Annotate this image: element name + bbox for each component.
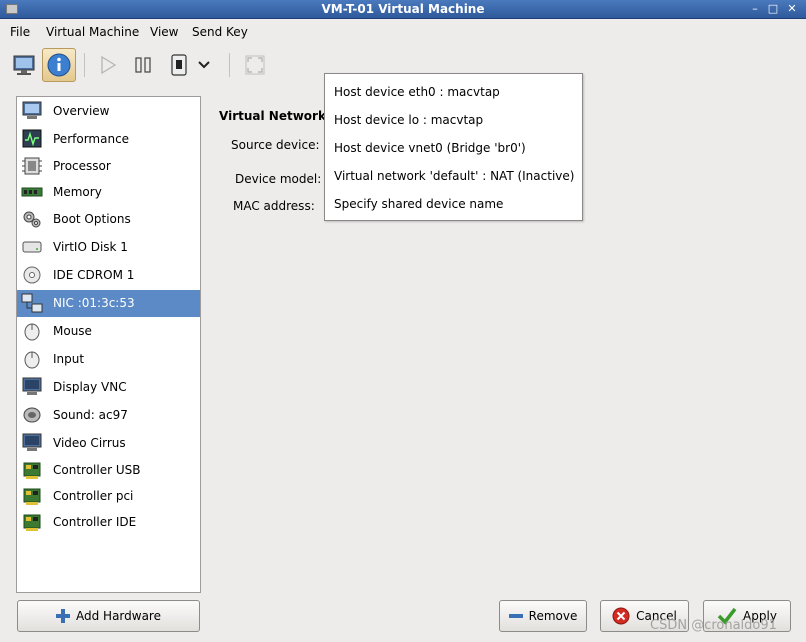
menu-send-key[interactable]: Send Key — [192, 25, 248, 39]
remove-button[interactable]: Remove — [499, 600, 587, 632]
pause-icon — [135, 57, 151, 73]
disk-icon — [22, 241, 42, 253]
sidebar-item-label: Input — [53, 352, 85, 366]
sidebar-item-performance[interactable]: Performance — [17, 126, 200, 153]
sidebar-item-virtio-disk-1[interactable]: VirtIO Disk 1 — [17, 234, 200, 261]
menu-virtual-machine[interactable]: Virtual Machine — [46, 25, 139, 39]
processor-icon — [22, 157, 42, 175]
info-icon — [47, 53, 71, 77]
sidebar-item-label: Controller pci — [53, 489, 134, 503]
source-device-dropdown: Host device eth0 : macvtap Host device l… — [324, 73, 583, 221]
sidebar-item-label: Video Cirrus — [53, 436, 126, 450]
performance-icon — [22, 129, 42, 148]
sidebar-item-boot-options[interactable]: Boot Options — [17, 206, 200, 233]
watermark-text: CSDN @cronaldo91 — [650, 618, 777, 633]
sidebar-item-label: Boot Options — [53, 212, 131, 226]
console-button[interactable] — [7, 48, 41, 82]
controller-icon — [23, 488, 41, 505]
sidebar-item-ide-cdrom-1[interactable]: IDE CDROM 1 — [17, 262, 200, 289]
controller-icon — [23, 462, 41, 479]
sidebar-item-memory[interactable]: Memory — [17, 179, 200, 206]
sidebar-item-label: Performance — [53, 132, 130, 146]
sidebar-item-controller-pci[interactable]: Controller pci — [17, 483, 200, 510]
cancel-icon — [612, 607, 630, 625]
pause-button[interactable] — [126, 48, 160, 82]
close-button[interactable]: ✕ — [785, 2, 799, 16]
dropdown-option[interactable]: Host device eth0 : macvtap — [334, 85, 500, 99]
controller-icon — [23, 514, 41, 531]
mac-address-label: MAC address: — [233, 199, 315, 213]
add-hardware-button[interactable]: Add Hardware — [17, 600, 200, 632]
sidebar-item-label: Controller IDE — [53, 515, 137, 529]
run-icon — [101, 55, 117, 75]
toolbar-separator — [229, 53, 230, 77]
window-title: VM-T-01 Virtual Machine — [321, 2, 485, 16]
toolbar-separator — [84, 53, 85, 77]
video-icon — [22, 433, 42, 451]
sidebar-item-label: Mouse — [53, 324, 92, 338]
overview-icon — [22, 101, 42, 119]
nic-icon — [21, 293, 43, 313]
mouse-icon — [24, 323, 40, 341]
shutdown-menu-button[interactable] — [194, 48, 214, 82]
plus-icon — [56, 609, 70, 623]
hardware-list: Overview Performance Processor Memory Bo… — [16, 96, 201, 593]
minimize-button[interactable]: – — [748, 2, 762, 16]
run-button[interactable] — [91, 48, 125, 82]
sidebar-item-nic[interactable]: NIC :01:3c:53 — [17, 290, 200, 317]
device-model-label: Device model: — [235, 172, 322, 186]
shutdown-icon — [171, 54, 187, 76]
memory-icon — [21, 187, 43, 197]
sidebar-item-label: IDE CDROM 1 — [53, 268, 135, 282]
sidebar-item-label: Memory — [53, 185, 102, 199]
sidebar-item-label: Overview — [53, 104, 110, 118]
sidebar-item-overview[interactable]: Overview — [17, 98, 200, 125]
menu-bar: File Virtual Machine View Send Key — [0, 20, 806, 44]
details-button[interactable] — [42, 48, 76, 82]
boot-options-icon — [23, 211, 41, 228]
sidebar-item-label: Display VNC — [53, 380, 127, 394]
add-hardware-label: Add Hardware — [76, 609, 161, 623]
dropdown-option[interactable]: Host device vnet0 (Bridge 'br0') — [334, 141, 526, 155]
source-device-label: Source device: — [231, 138, 320, 152]
display-icon — [22, 377, 42, 395]
sound-icon — [23, 407, 41, 423]
sidebar-item-label: Sound: ac97 — [53, 408, 128, 422]
sidebar-item-label: VirtIO Disk 1 — [53, 240, 128, 254]
minus-icon — [508, 614, 523, 618]
shutdown-button[interactable] — [162, 48, 196, 82]
dropdown-option[interactable]: Virtual network 'default' : NAT (Inactiv… — [334, 169, 574, 183]
sidebar-item-label: Processor — [53, 159, 111, 173]
maximize-button[interactable]: □ — [766, 2, 780, 16]
cdrom-icon — [23, 266, 41, 284]
sidebar-item-display-vnc[interactable]: Display VNC — [17, 374, 200, 401]
console-icon — [13, 55, 35, 75]
sidebar-item-processor[interactable]: Processor — [17, 153, 200, 180]
sidebar-item-input[interactable]: Input — [17, 346, 200, 373]
sidebar-item-controller-ide[interactable]: Controller IDE — [17, 509, 200, 536]
chevron-down-icon — [198, 61, 210, 69]
sidebar-item-mouse[interactable]: Mouse — [17, 318, 200, 345]
section-title: Virtual Network I — [219, 109, 335, 123]
menu-view[interactable]: View — [150, 25, 178, 39]
title-bar: VM-T-01 Virtual Machine – □ ✕ — [0, 0, 806, 19]
dropdown-option[interactable]: Specify shared device name — [334, 197, 503, 211]
fullscreen-button[interactable] — [238, 48, 272, 82]
input-icon — [24, 351, 40, 369]
remove-label: Remove — [528, 609, 578, 623]
menu-file[interactable]: File — [10, 25, 30, 39]
dropdown-option[interactable]: Host device lo : macvtap — [334, 113, 483, 127]
sidebar-item-label: NIC :01:3c:53 — [53, 296, 135, 310]
sidebar-item-video-cirrus[interactable]: Video Cirrus — [17, 430, 200, 457]
fullscreen-icon — [245, 55, 265, 75]
sidebar-item-controller-usb[interactable]: Controller USB — [17, 457, 200, 484]
sidebar-item-label: Controller USB — [53, 463, 141, 477]
sidebar-item-sound[interactable]: Sound: ac97 — [17, 402, 200, 429]
